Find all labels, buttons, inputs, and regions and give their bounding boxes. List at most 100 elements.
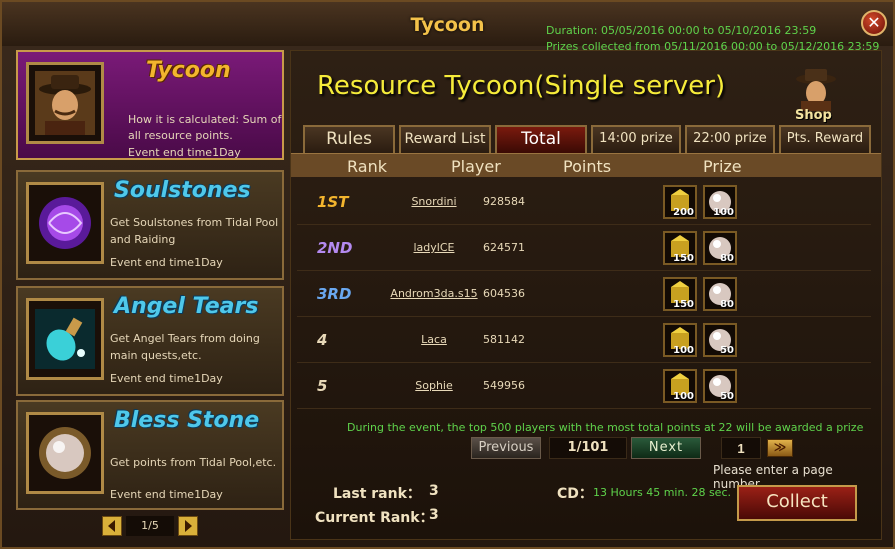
cd-label: CD： xyxy=(557,486,593,502)
table-row: 3RD Androm3da.s15 604536 150 80 xyxy=(297,273,871,317)
points-cell: 928584 xyxy=(483,195,525,208)
tab-pts-reward[interactable]: Pts. Reward xyxy=(779,125,871,153)
prize-qty: 100 xyxy=(673,391,694,402)
prize-gold-chest-icon[interactable]: 200 xyxy=(663,185,697,219)
prize-qty: 100 xyxy=(713,207,734,218)
player-link[interactable]: Androm3da.s15 xyxy=(389,287,479,300)
card-desc: How it is calculated: Sum of all resourc… xyxy=(128,113,282,142)
prize-qty: 100 xyxy=(673,345,694,356)
prize-qty: 80 xyxy=(720,253,734,264)
rank-cell: 5 xyxy=(317,377,328,395)
prize-gold-chest-icon[interactable]: 150 xyxy=(663,231,697,265)
player-link[interactable]: Snordini xyxy=(389,195,479,208)
points-cell: 549956 xyxy=(483,379,525,392)
prize-pearl-icon[interactable]: 80 xyxy=(703,277,737,311)
table-row: 5 Sophie 549956 100 50 xyxy=(297,365,871,409)
right-arrow-icon xyxy=(185,520,192,532)
table-row: 4 Laca 581142 100 50 xyxy=(297,319,871,363)
left-arrow-icon xyxy=(108,520,115,532)
prize-pearl-icon[interactable]: 50 xyxy=(703,323,737,357)
card-desc: Get Soulstones from Tidal Pool and Raidi… xyxy=(110,216,279,246)
col-player: Player xyxy=(451,157,501,176)
title-bar: Tycoon ✕ Duration: 05/05/2016 00:00 to 0… xyxy=(2,2,893,53)
prev-page-button[interactable] xyxy=(102,516,122,536)
go-page-button[interactable]: ≫ xyxy=(767,439,793,457)
event-card-angel-tears[interactable]: Angel Tears Get Angel Tears from doing m… xyxy=(16,286,284,396)
prize-pearl-icon[interactable]: 50 xyxy=(703,369,737,403)
prize-pearl-icon[interactable]: 100 xyxy=(703,185,737,219)
event-card-soulstones[interactable]: Soulstones Get Soulstones from Tidal Poo… xyxy=(16,170,284,280)
points-cell: 604536 xyxy=(483,287,525,300)
col-points: Points xyxy=(563,157,612,176)
prize-qty: 50 xyxy=(720,345,734,356)
event-note: During the event, the top 500 players wi… xyxy=(347,421,864,434)
rank-cell: 1ST xyxy=(317,193,349,211)
prize-qty: 200 xyxy=(673,207,694,218)
panel-title: Resource Tycoon(Single server) xyxy=(317,71,726,101)
duration-text: Duration: 05/05/2016 00:00 to 05/10/2016… xyxy=(546,24,817,37)
shop-button[interactable]: Shop xyxy=(791,67,841,123)
prize-gold-chest-icon[interactable]: 150 xyxy=(663,277,697,311)
col-rank: Rank xyxy=(347,157,387,176)
card-title: Soulstones xyxy=(114,178,251,203)
card-end-time: Event end time1Day xyxy=(110,488,223,501)
points-cell: 581142 xyxy=(483,333,525,346)
angel-tears-potion-icon xyxy=(26,298,104,380)
table-row: 1ST Snordini 928584 200 100 xyxy=(297,181,871,225)
cd-countdown: 13 Hours 45 min. 28 sec. xyxy=(593,486,731,499)
player-link[interactable]: Laca xyxy=(389,333,479,346)
soulstone-orb-icon xyxy=(26,182,104,264)
prize-qty: 150 xyxy=(673,299,694,310)
prize-qty: 50 xyxy=(720,391,734,402)
card-desc: Get points from Tidal Pool,etc. xyxy=(110,456,277,469)
sidebar-page-indicator: 1/5 xyxy=(126,516,174,536)
page-number-input[interactable] xyxy=(721,437,761,459)
previous-button[interactable]: Previous xyxy=(471,437,541,459)
page-indicator: 1/101 xyxy=(549,437,627,459)
player-link[interactable]: Sophie xyxy=(389,379,479,392)
card-end-time: Event end time1Day xyxy=(110,372,223,385)
card-end-time: Event end time1Day xyxy=(128,146,241,159)
shop-merchant-icon xyxy=(796,69,836,111)
col-prize: Prize xyxy=(703,157,742,176)
bless-stone-pearl-icon xyxy=(26,412,104,494)
current-rank-value: 3 xyxy=(429,507,439,523)
collect-button[interactable]: Collect xyxy=(737,485,857,521)
next-page-button[interactable] xyxy=(178,516,198,536)
shop-label: Shop xyxy=(795,108,832,123)
tab-reward-list[interactable]: Reward List xyxy=(399,125,491,153)
tab-rules[interactable]: Rules xyxy=(303,125,395,153)
card-title: Bless Stone xyxy=(114,408,260,433)
last-rank-label: Last rank： xyxy=(333,486,421,502)
close-button[interactable]: ✕ xyxy=(861,10,887,36)
prize-gold-chest-icon[interactable]: 100 xyxy=(663,369,697,403)
card-end-time: Event end time1Day xyxy=(110,256,223,269)
card-title: Tycoon xyxy=(146,58,231,83)
table-row: 2ND ladylCE 624571 150 80 xyxy=(297,227,871,271)
tab-2200-prize[interactable]: 22:00 prize xyxy=(685,125,775,153)
event-card-tycoon[interactable]: Tycoon How it is calculated: Sum of all … xyxy=(16,50,284,160)
rank-cell: 4 xyxy=(317,331,328,349)
next-button[interactable]: Next xyxy=(631,437,701,459)
prize-pearl-icon[interactable]: 80 xyxy=(703,231,737,265)
event-card-bless-stone[interactable]: Bless Stone Get points from Tidal Pool,e… xyxy=(16,400,284,510)
player-link[interactable]: ladylCE xyxy=(389,241,479,254)
tycoon-portrait-icon xyxy=(26,62,104,144)
card-desc: Get Angel Tears from doing main quests,e… xyxy=(110,332,260,362)
card-title: Angel Tears xyxy=(114,294,259,319)
prize-qty: 150 xyxy=(673,253,694,264)
event-sidebar: Tycoon How it is calculated: Sum of all … xyxy=(16,50,286,540)
prize-gold-chest-icon[interactable]: 100 xyxy=(663,323,697,357)
tycoon-window: Tycoon ✕ Duration: 05/05/2016 00:00 to 0… xyxy=(0,0,895,549)
points-cell: 624571 xyxy=(483,241,525,254)
tab-total[interactable]: Total xyxy=(495,125,587,153)
last-rank-value: 3 xyxy=(429,483,439,499)
table-header: Rank Player Points Prize xyxy=(291,153,881,177)
current-rank-label: Current Rank： xyxy=(315,510,434,526)
leaderboard-panel: Resource Tycoon(Single server) Shop Rule… xyxy=(290,50,882,540)
prize-qty: 80 xyxy=(720,299,734,310)
tab-bar: Rules Reward List Total 14:00 prize 22:0… xyxy=(303,125,873,153)
sidebar-pager: 1/5 xyxy=(102,516,202,536)
tab-1400-prize[interactable]: 14:00 prize xyxy=(591,125,681,153)
rank-cell: 2ND xyxy=(317,239,353,257)
